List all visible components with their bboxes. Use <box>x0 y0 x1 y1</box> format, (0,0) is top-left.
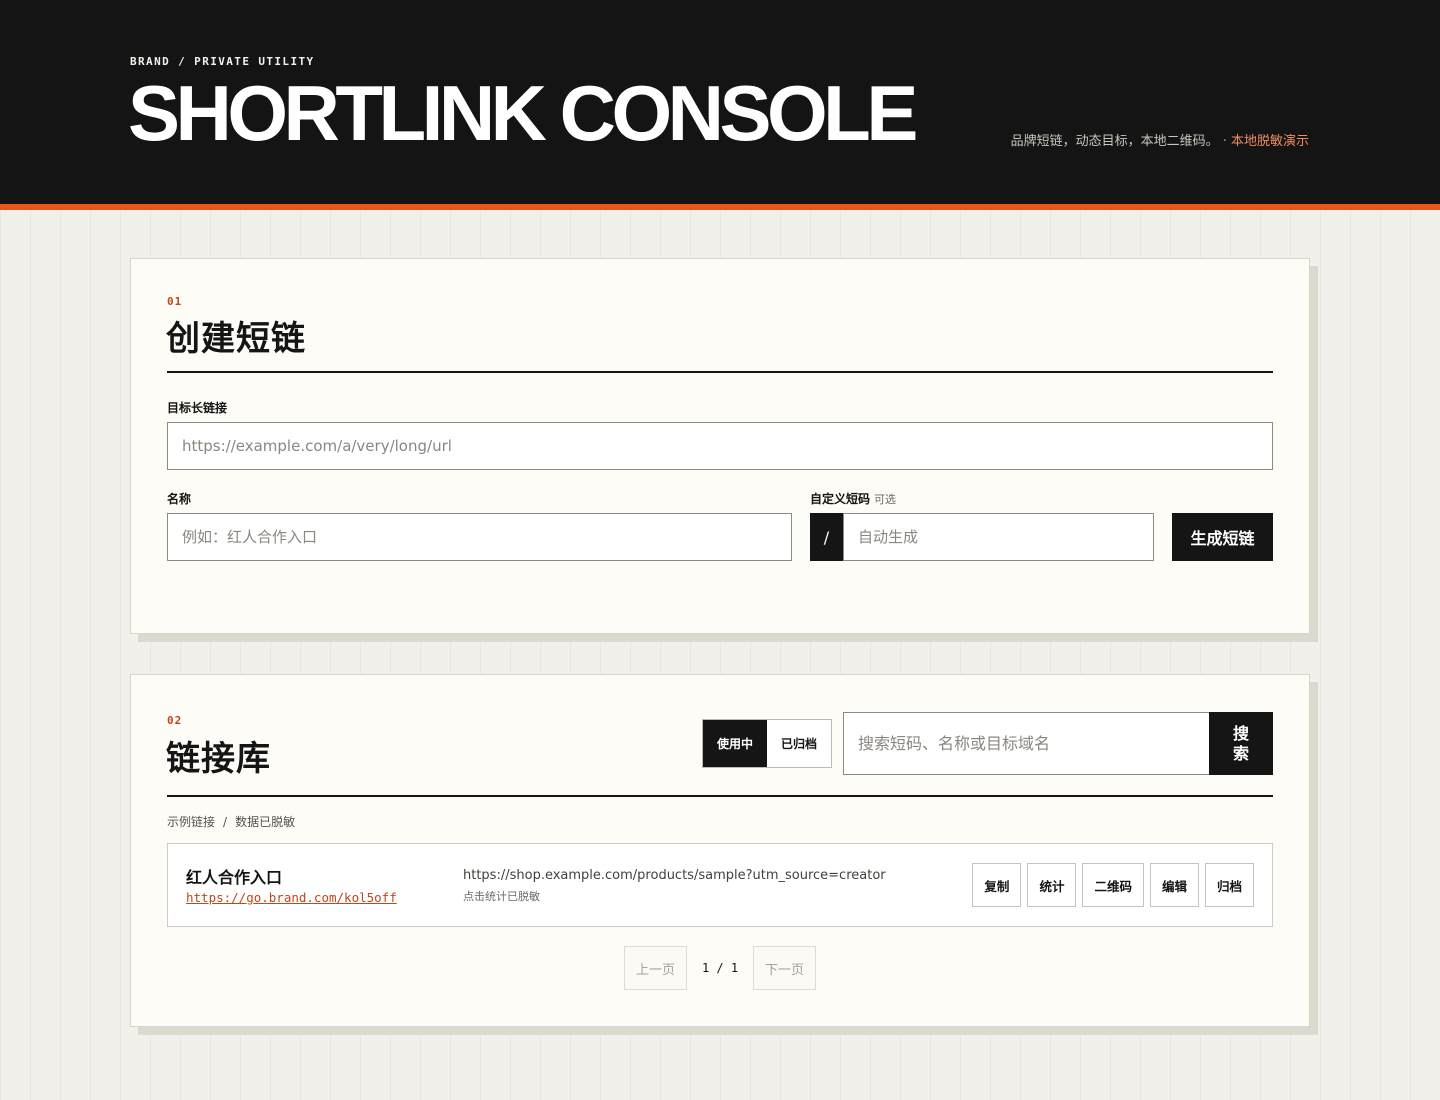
library-search-input[interactable] <box>844 713 1209 774</box>
search-button[interactable]: 搜索 <box>1209 712 1273 775</box>
link-library-panel: 02 链接库 使用中 已归档 搜索 示例链接 / 数据已脱敏 红人合作入口 http… <box>130 674 1310 1027</box>
tagline-text: 品牌短链，动态目标，本地二维码。 <box>1010 134 1219 149</box>
app-title: SHORTLINK CONSOLE <box>128 69 918 157</box>
header-accent-stripe <box>0 204 1440 210</box>
generate-shortlink-button[interactable]: 生成短链 <box>1172 513 1273 561</box>
library-search-field <box>843 712 1210 775</box>
custom-code-optional-hint: 可选 <box>874 493 897 506</box>
section-divider <box>167 795 1273 797</box>
link-name: 红人合作入口 <box>186 868 283 887</box>
name-input[interactable] <box>168 514 791 560</box>
qrcode-button[interactable]: 二维码 <box>1082 863 1144 907</box>
tagline-demo-note: · 本地脱敏演示 <box>1222 134 1309 149</box>
header-tagline: 品牌短链，动态目标，本地二维码。 · 本地脱敏演示 <box>1011 130 1309 149</box>
edit-button[interactable]: 编辑 <box>1149 863 1199 907</box>
header-eyebrow: BRAND / PRIVATE UTILITY <box>130 55 315 68</box>
link-actions: 复制 统计 二维码 编辑 归档 <box>972 863 1254 907</box>
page-header: BRAND / PRIVATE UTILITY SHORTLINK CONSOL… <box>0 0 1440 204</box>
custom-code-label-text: 自定义短码 <box>810 492 871 506</box>
target-url-input[interactable] <box>168 423 1272 469</box>
status-filter-tabs: 使用中 已归档 <box>702 719 832 768</box>
copy-button[interactable]: 复制 <box>972 863 1022 907</box>
section-number: 01 <box>167 295 183 308</box>
link-list-item: 红人合作入口 https://go.brand.com/kol5off http… <box>167 843 1273 927</box>
short-url-link[interactable]: https://go.brand.com/kol5off <box>186 890 397 905</box>
section-title: 创建短链 <box>166 319 306 359</box>
tab-archived-links[interactable]: 已归档 <box>767 720 831 767</box>
create-shortlink-panel: 01 创建短链 目标长链接 名称 自定义短码可选 / 生成短链 <box>130 258 1310 634</box>
next-page-button[interactable]: 下一页 <box>753 946 816 990</box>
archive-button[interactable]: 归档 <box>1204 863 1254 907</box>
tab-active-links[interactable]: 使用中 <box>703 720 767 767</box>
meta-separator: / <box>223 815 228 829</box>
custom-code-field <box>843 513 1154 561</box>
click-stats-note: 点击统计已脱敏 <box>463 890 540 903</box>
target-url: https://shop.example.com/products/sample… <box>463 868 886 883</box>
meta-data-masked: 数据已脱敏 <box>235 815 296 829</box>
custom-code-label: 自定义短码 可选 <box>810 490 896 507</box>
section-title: 链接库 <box>166 739 271 779</box>
name-field <box>167 513 792 561</box>
meta-sample-links: 示例链接 <box>167 815 216 829</box>
target-url-field <box>167 422 1273 470</box>
code-prefix-slash: / <box>810 513 843 561</box>
library-meta: 示例链接 / 数据已脱敏 <box>167 813 295 830</box>
custom-code-input[interactable] <box>844 514 1153 560</box>
page-indicator: 1 / 1 <box>701 961 739 975</box>
stats-button[interactable]: 统计 <box>1027 863 1077 907</box>
target-url-label: 目标长链接 <box>167 401 228 415</box>
prev-page-button[interactable]: 上一页 <box>624 946 687 990</box>
name-label: 名称 <box>167 492 192 506</box>
pagination: 上一页 1 / 1 下一页 <box>131 946 1309 990</box>
section-number: 02 <box>167 714 183 727</box>
section-divider <box>167 371 1273 373</box>
